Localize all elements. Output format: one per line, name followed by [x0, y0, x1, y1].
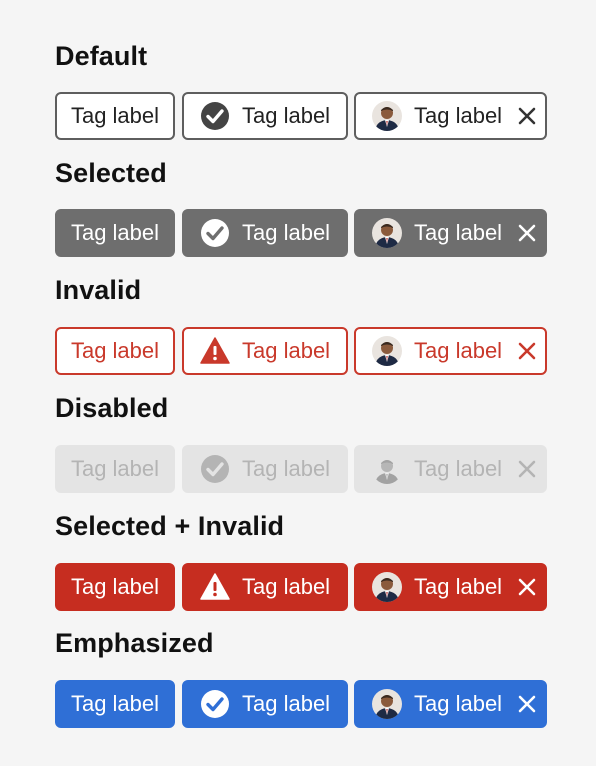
avatar [372, 218, 402, 248]
close-icon [518, 460, 536, 478]
tag-label: Tag label [414, 103, 503, 128]
alert-triangle-icon [200, 572, 230, 602]
section-disabled: Disabled Tag label Tag label Tag label [55, 392, 547, 493]
tag-label: Tag label [414, 456, 503, 481]
tag-row: Tag label Tag label Tag label [55, 209, 547, 257]
tag-text-only[interactable]: Tag label [55, 327, 175, 375]
section-heading: Emphasized [55, 628, 214, 658]
section-emphasized: Emphasized Tag label Tag label Tag label [55, 627, 547, 728]
section-invalid: Invalid Tag label Tag label Tag label [55, 274, 547, 375]
close-icon[interactable] [518, 224, 536, 242]
tag-variants-page: Default Tag label Tag label Tag label Se… [0, 0, 596, 766]
tag-text-only[interactable]: Tag label [55, 209, 175, 257]
tag-with-avatar-removable[interactable]: Tag label [354, 680, 547, 728]
tag-row: Tag label Tag label Tag label [55, 92, 547, 140]
avatar [372, 101, 402, 131]
tag-label: Tag label [242, 220, 331, 245]
tag-with-icon[interactable]: Tag label [182, 680, 348, 728]
close-icon[interactable] [518, 578, 536, 596]
tag-label: Tag label [242, 456, 331, 481]
tag-text-only[interactable]: Tag label [55, 563, 175, 611]
tag-text-only: Tag label [55, 445, 175, 493]
avatar [372, 572, 402, 602]
section-default: Default Tag label Tag label Tag label [55, 40, 547, 140]
tag-row: Tag label Tag label Tag label [55, 445, 547, 493]
checkmark-circle-icon [200, 101, 230, 131]
tag-with-avatar-removable: Tag label [354, 445, 547, 493]
tag-label: Tag label [414, 220, 503, 245]
section-heading: Selected [55, 158, 167, 188]
avatar [372, 689, 402, 719]
section-heading: Disabled [55, 393, 169, 423]
checkmark-circle-icon [200, 454, 230, 484]
tag-row: Tag label Tag label Tag label [55, 563, 547, 611]
avatar [372, 454, 402, 484]
tag-label: Tag label [70, 456, 160, 481]
tag-text-only[interactable]: Tag label [55, 680, 175, 728]
tag-with-avatar-removable[interactable]: Tag label [354, 563, 547, 611]
tag-label: Tag label [70, 574, 160, 599]
tag-row: Tag label Tag label Tag label [55, 327, 547, 375]
checkmark-circle-icon [200, 689, 230, 719]
tag-label: Tag label [242, 691, 331, 716]
tag-with-avatar-removable[interactable]: Tag label [354, 209, 547, 257]
close-icon[interactable] [518, 107, 536, 125]
avatar [372, 336, 402, 366]
tag-with-avatar-removable[interactable]: Tag label [354, 92, 547, 140]
tag-label: Tag label [70, 338, 160, 363]
tag-label: Tag label [414, 574, 503, 599]
section-selected-invalid: Selected + Invalid Tag label Tag label T… [55, 510, 547, 611]
tag-with-avatar-removable[interactable]: Tag label [354, 327, 547, 375]
alert-triangle-icon [200, 336, 230, 366]
close-icon[interactable] [518, 342, 536, 360]
tag-with-icon[interactable]: Tag label [182, 563, 348, 611]
section-heading: Invalid [55, 275, 142, 305]
tag-label: Tag label [70, 220, 160, 245]
section-heading: Default [55, 41, 148, 71]
tag-label: Tag label [242, 103, 331, 128]
section-selected: Selected Tag label Tag label Tag label [55, 157, 547, 257]
tag-with-icon[interactable]: Tag label [182, 209, 348, 257]
tag-row: Tag label Tag label Tag label [55, 680, 547, 728]
tag-text-only[interactable]: Tag label [55, 92, 175, 140]
tag-with-icon[interactable]: Tag label [182, 92, 348, 140]
tag-with-icon: Tag label [182, 445, 348, 493]
tag-label: Tag label [242, 338, 331, 363]
tag-label: Tag label [70, 103, 160, 128]
tag-label: Tag label [414, 691, 503, 716]
tag-label: Tag label [242, 574, 331, 599]
close-icon[interactable] [518, 695, 536, 713]
tag-label: Tag label [70, 691, 160, 716]
tag-label: Tag label [414, 338, 503, 363]
tag-with-icon[interactable]: Tag label [182, 327, 348, 375]
section-heading: Selected + Invalid [55, 511, 285, 541]
checkmark-circle-icon [200, 218, 230, 248]
